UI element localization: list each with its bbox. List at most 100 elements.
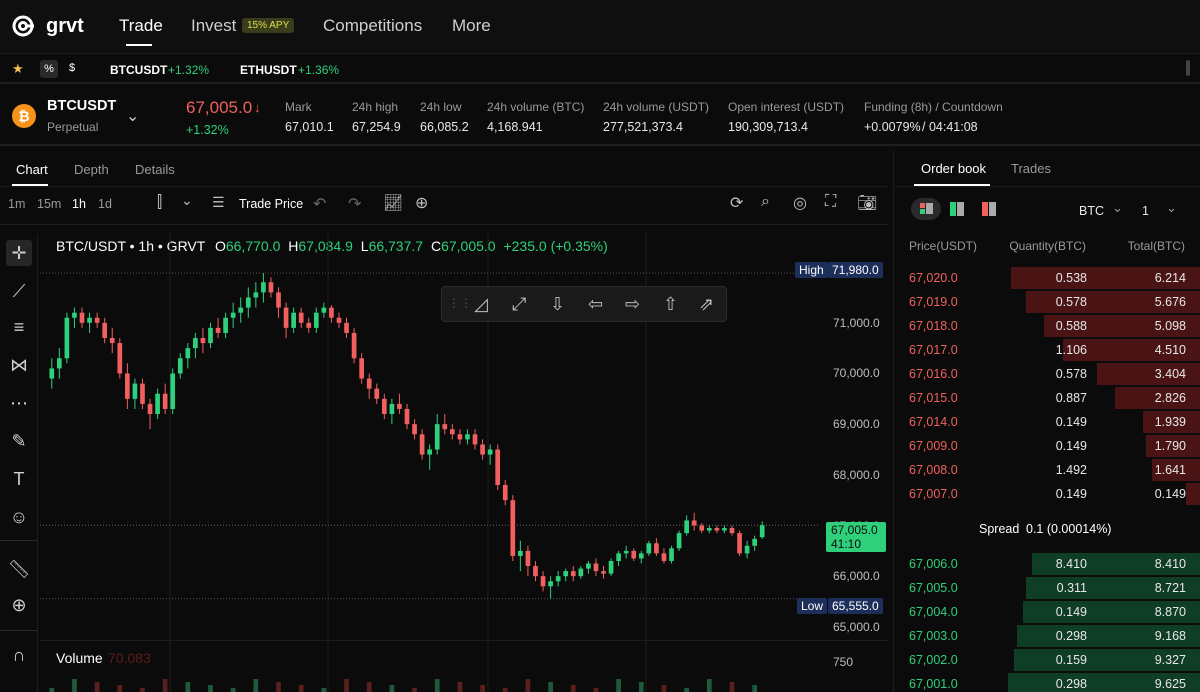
percent-filter-button[interactable]: % <box>40 60 58 78</box>
candle[interactable] <box>102 322 108 339</box>
chevron-down-icon[interactable]: ⌄ <box>1166 200 1177 216</box>
candle[interactable] <box>215 327 221 333</box>
candle[interactable] <box>94 317 100 323</box>
candle[interactable] <box>419 434 425 455</box>
fib-icon[interactable]: ⋯ <box>6 390 32 416</box>
candle[interactable] <box>253 292 259 298</box>
timeframe-1m[interactable]: 1m <box>8 197 25 211</box>
group-select[interactable]: 1 <box>1142 204 1149 218</box>
bid-row[interactable]: 67,004.0 0.149 8.870 <box>894 601 1200 623</box>
candle[interactable] <box>64 317 70 359</box>
bid-row[interactable]: 67,002.0 0.159 9.327 <box>894 649 1200 671</box>
candle[interactable] <box>125 373 130 399</box>
refresh-icon[interactable]: ⟳ <box>730 193 743 213</box>
pattern-icon[interactable]: ⋈ <box>6 352 32 378</box>
candle[interactable] <box>487 449 493 455</box>
candle[interactable] <box>313 312 319 328</box>
nav-invest[interactable]: Invest <box>191 16 236 36</box>
chevron-down-icon[interactable]: ⌄ <box>1112 200 1123 216</box>
candle[interactable] <box>631 550 637 559</box>
candle[interactable] <box>72 312 77 318</box>
candle[interactable] <box>238 307 244 313</box>
bid-row[interactable]: 67,003.0 0.298 9.168 <box>894 625 1200 647</box>
candle[interactable] <box>427 449 433 455</box>
undo-icon[interactable]: ↶ <box>313 194 326 214</box>
candle[interactable] <box>283 307 289 328</box>
candle[interactable] <box>752 538 758 546</box>
candle[interactable] <box>49 368 55 379</box>
price-source-icon[interactable]: ☰ <box>212 194 225 211</box>
candlestick-type-icon[interactable]: ⫿ <box>157 194 162 212</box>
candle[interactable] <box>79 312 85 323</box>
ask-row[interactable]: 67,017.0 1.106 4.510 <box>894 339 1200 361</box>
tab-order-book[interactable]: Order book <box>921 161 986 176</box>
candle[interactable] <box>669 548 674 561</box>
candle[interactable] <box>434 424 440 450</box>
scrollbar[interactable] <box>1186 60 1190 76</box>
indicators-icon[interactable]: 📈︎ <box>383 193 403 213</box>
candle[interactable] <box>351 332 357 359</box>
candle[interactable] <box>737 533 742 554</box>
candle[interactable] <box>450 429 455 435</box>
unit-select[interactable]: BTC <box>1079 204 1104 218</box>
candle[interactable] <box>404 408 410 425</box>
candle[interactable] <box>518 550 523 556</box>
candle[interactable] <box>306 322 312 328</box>
candle[interactable] <box>230 312 236 318</box>
candle[interactable] <box>359 358 364 379</box>
tab-depth[interactable]: Depth <box>74 162 109 177</box>
instrument-symbol[interactable]: BTCUSDT <box>47 98 116 114</box>
candle[interactable] <box>646 543 652 554</box>
candle[interactable] <box>344 322 349 333</box>
timeframe-1h[interactable]: 1h <box>72 197 86 211</box>
candle[interactable] <box>381 398 387 415</box>
candle[interactable] <box>533 566 538 577</box>
arrow-right-icon[interactable]: ⇨ <box>625 294 640 315</box>
price-axis[interactable]: 71,000.070,000.069,000.068,000.067,000.0… <box>790 232 888 652</box>
horizontal-lines-icon[interactable]: ≡ <box>6 314 32 340</box>
candle[interactable] <box>525 550 531 567</box>
view-bids-button[interactable] <box>950 202 964 216</box>
ask-row[interactable]: 67,009.0 0.149 1.790 <box>894 435 1200 457</box>
bid-row[interactable]: 67,006.0 8.410 8.410 <box>894 553 1200 575</box>
candle[interactable] <box>601 571 606 574</box>
candle[interactable] <box>638 553 644 559</box>
candle[interactable] <box>177 358 183 374</box>
arrow-up-icon[interactable]: ⇧ <box>663 294 678 315</box>
ask-row[interactable]: 67,015.0 0.887 2.826 <box>894 387 1200 409</box>
text-icon[interactable]: T <box>6 466 32 492</box>
tab-trades[interactable]: Trades <box>1011 161 1051 176</box>
candle[interactable] <box>661 553 667 561</box>
tab-details[interactable]: Details <box>135 162 175 177</box>
candle[interactable] <box>729 528 735 534</box>
brush-icon[interactable]: ✎ <box>6 428 32 454</box>
ticker-symbol[interactable]: ETHUSDT <box>240 63 297 77</box>
candle[interactable] <box>722 528 727 531</box>
ask-row[interactable]: 67,016.0 0.578 3.404 <box>894 363 1200 385</box>
candle[interactable] <box>200 338 206 344</box>
candle[interactable] <box>593 563 599 572</box>
ask-row[interactable]: 67,007.0 0.149 0.149 <box>894 483 1200 505</box>
candle[interactable] <box>329 307 334 318</box>
trendline-icon[interactable]: ⟋ <box>6 278 32 304</box>
candle[interactable] <box>366 378 372 389</box>
tab-chart[interactable]: Chart <box>16 162 48 177</box>
dollar-filter-button[interactable]: $ <box>69 62 75 74</box>
settings-icon[interactable]: ◎ <box>793 193 807 213</box>
candle[interactable] <box>140 383 145 404</box>
candle[interactable] <box>578 568 584 577</box>
add-icon[interactable]: ⊕ <box>415 193 428 213</box>
candle[interactable] <box>389 403 395 415</box>
arrow-down-icon[interactable]: ⇩ <box>550 294 565 315</box>
chevron-down-icon[interactable]: ⌄ <box>181 192 193 209</box>
candle[interactable] <box>276 292 281 308</box>
candle[interactable] <box>465 434 470 440</box>
candle[interactable] <box>245 297 251 308</box>
candle[interactable] <box>185 348 191 359</box>
candle[interactable] <box>502 484 508 501</box>
arrow-left-icon[interactable]: ⇦ <box>588 294 603 315</box>
line-tool-icon[interactable]: ⤢ <box>512 294 526 315</box>
candle[interactable] <box>759 525 765 538</box>
candle[interactable] <box>170 373 176 409</box>
candle[interactable] <box>208 327 213 344</box>
